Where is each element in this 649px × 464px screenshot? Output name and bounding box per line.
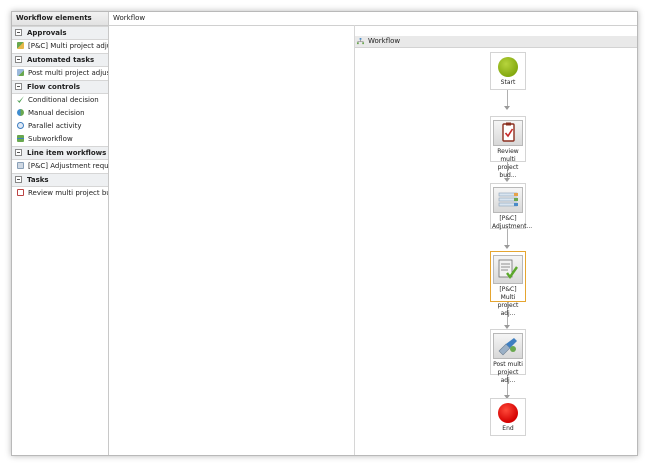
collapse-icon[interactable] bbox=[15, 176, 22, 183]
approval-icon bbox=[17, 42, 24, 49]
element-manual-decision[interactable]: Manual decision bbox=[12, 107, 108, 120]
collapse-icon[interactable] bbox=[15, 56, 22, 63]
node-label: Post multi project adj... bbox=[493, 361, 523, 384]
workflow-node-end[interactable]: End bbox=[490, 398, 526, 436]
group-label: Line item workflows bbox=[27, 149, 107, 157]
group-tasks[interactable]: Tasks bbox=[12, 173, 108, 187]
group-line-item-workflows[interactable]: Line item workflows bbox=[12, 146, 108, 160]
workflow-designer-window: Workflow elements Approvals [P&C] Multi … bbox=[11, 11, 638, 456]
manual-decision-icon bbox=[17, 109, 24, 116]
diagram-title-bar: Workflow bbox=[355, 36, 637, 48]
element-parallel-activity[interactable]: Parallel activity bbox=[12, 120, 108, 133]
element-automated-task[interactable]: Post multi project adjustment bbox=[12, 67, 108, 80]
workflow-node-line-item[interactable]: [P&C] Adjustment... bbox=[490, 183, 533, 230]
automated-task-icon bbox=[17, 69, 24, 76]
element-label: [P&C] Multi project adjustment bbox=[28, 42, 108, 50]
element-label: Conditional decision bbox=[28, 96, 99, 104]
group-label: Approvals bbox=[27, 29, 67, 37]
group-flow-controls[interactable]: Flow controls bbox=[12, 80, 108, 94]
group-label: Tasks bbox=[27, 176, 49, 184]
element-label: Review multi project budget a bbox=[28, 189, 108, 197]
task-icon bbox=[17, 189, 24, 196]
node-label: End bbox=[502, 425, 514, 432]
connector bbox=[507, 90, 508, 106]
line-item-icon bbox=[17, 162, 24, 169]
group-label: Flow controls bbox=[27, 83, 81, 91]
element-label: [P&C] Adjustment request app bbox=[28, 162, 108, 170]
node-label: Start bbox=[500, 79, 516, 86]
workflow-node-approval[interactable]: [P&C] Multi project adj... bbox=[490, 251, 526, 317]
element-task[interactable]: Review multi project budget a bbox=[12, 187, 108, 200]
collapse-icon[interactable] bbox=[15, 29, 22, 36]
collapse-icon[interactable] bbox=[15, 149, 22, 156]
element-label: Parallel activity bbox=[28, 122, 82, 130]
element-approval[interactable]: [P&C] Multi project adjustment bbox=[12, 40, 108, 53]
automated-task-icon bbox=[493, 333, 523, 359]
element-line-item-workflow[interactable]: [P&C] Adjustment request app bbox=[12, 160, 108, 173]
clipboard-check-icon bbox=[493, 120, 523, 146]
line-item-list-icon bbox=[493, 187, 523, 213]
subworkflow-icon bbox=[17, 135, 24, 142]
workflow-node-start[interactable]: Start bbox=[490, 52, 526, 90]
conditional-decision-icon bbox=[17, 96, 24, 103]
workflow-elements-panel: Workflow elements Approvals [P&C] Multi … bbox=[12, 12, 109, 455]
node-label: Review multi project bud... bbox=[497, 148, 519, 179]
group-label: Automated tasks bbox=[27, 56, 95, 64]
element-label: Manual decision bbox=[28, 109, 85, 117]
element-label: Post multi project adjustment bbox=[28, 69, 108, 77]
element-conditional-decision[interactable]: Conditional decision bbox=[12, 94, 108, 107]
node-label: [P&C] Multi project adj... bbox=[497, 286, 519, 317]
connector-arrow bbox=[504, 245, 510, 249]
connector-arrow bbox=[504, 106, 510, 110]
workflow-elements-title: Workflow elements bbox=[12, 12, 108, 26]
end-circle-icon bbox=[498, 403, 518, 423]
parallel-activity-icon bbox=[17, 122, 24, 129]
group-automated-tasks[interactable]: Automated tasks bbox=[12, 53, 108, 67]
group-approvals[interactable]: Approvals bbox=[12, 26, 108, 40]
start-circle-icon bbox=[498, 57, 518, 77]
workflow-node-automated-task[interactable]: Post multi project adj... bbox=[490, 329, 526, 384]
workflow-node-review-task[interactable]: Review multi project bud... bbox=[490, 116, 526, 179]
diagram-title: Workflow bbox=[368, 37, 401, 45]
collapse-icon[interactable] bbox=[15, 83, 22, 90]
node-label: [P&C] Adjustment... bbox=[492, 215, 533, 230]
element-subworkflow[interactable]: Subworkflow bbox=[12, 133, 108, 146]
canvas-divider bbox=[354, 25, 355, 455]
workflow-tab-header: Workflow bbox=[109, 12, 637, 26]
element-label: Subworkflow bbox=[28, 135, 73, 143]
workflow-icon bbox=[357, 38, 364, 45]
approval-check-icon bbox=[493, 255, 523, 284]
